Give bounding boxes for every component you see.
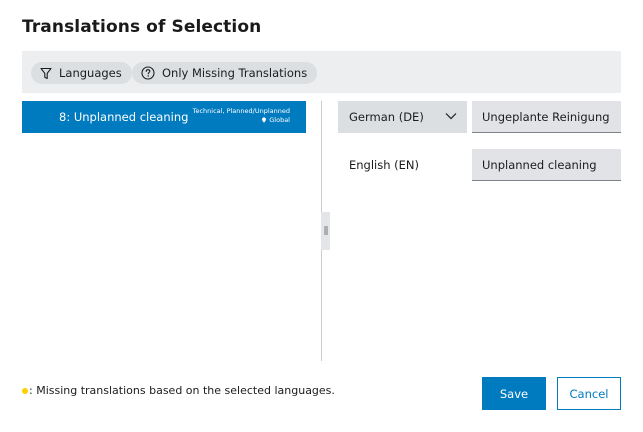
legend-text: : Missing translations based on the sele… xyxy=(29,384,335,397)
missing-indicator-dot-icon xyxy=(22,387,28,394)
list-item-label: 8: Unplanned cleaning xyxy=(59,110,189,124)
save-button[interactable]: Save xyxy=(482,377,546,410)
languages-filter-label: Languages xyxy=(59,66,122,80)
source-translation-value: Ungeplante Reinigung xyxy=(482,109,610,124)
list-item-meta-category: Technical, Planned/Unplanned xyxy=(192,107,290,115)
target-translation-field[interactable]: Unplanned cleaning xyxy=(472,149,621,181)
list-item-meta: Technical, Planned/Unplanned Global xyxy=(193,107,290,125)
list-item[interactable]: 8: Unplanned cleaning Technical, Planned… xyxy=(22,101,306,133)
source-language-value: German (DE) xyxy=(349,110,424,124)
source-translation-field[interactable]: Ungeplante Reinigung xyxy=(472,101,621,133)
languages-filter-chip[interactable]: Languages xyxy=(31,62,132,84)
filter-bar: Languages Only Missing Translations xyxy=(22,51,621,93)
chevron-down-icon xyxy=(445,113,457,120)
only-missing-translations-chip[interactable]: Only Missing Translations xyxy=(132,62,318,84)
selection-list: 8: Unplanned cleaning Technical, Planned… xyxy=(22,101,306,360)
source-language-dropdown[interactable]: German (DE) xyxy=(338,101,467,133)
only-missing-translations-label: Only Missing Translations xyxy=(162,66,308,80)
cancel-button[interactable]: Cancel xyxy=(557,377,621,410)
question-circle-icon xyxy=(141,66,155,80)
target-language-label: English (EN) xyxy=(349,158,420,172)
grip-icon: || xyxy=(323,226,328,236)
list-item-meta-scope: Global xyxy=(269,116,290,124)
target-translation-value: Unplanned cleaning xyxy=(482,157,597,172)
panel-resize-handle[interactable]: || xyxy=(321,212,330,250)
missing-translations-legend: : Missing translations based on the sele… xyxy=(22,384,335,397)
dialog-title: Translations of Selection xyxy=(22,17,262,37)
filter-icon xyxy=(40,67,52,79)
location-icon xyxy=(262,117,267,123)
